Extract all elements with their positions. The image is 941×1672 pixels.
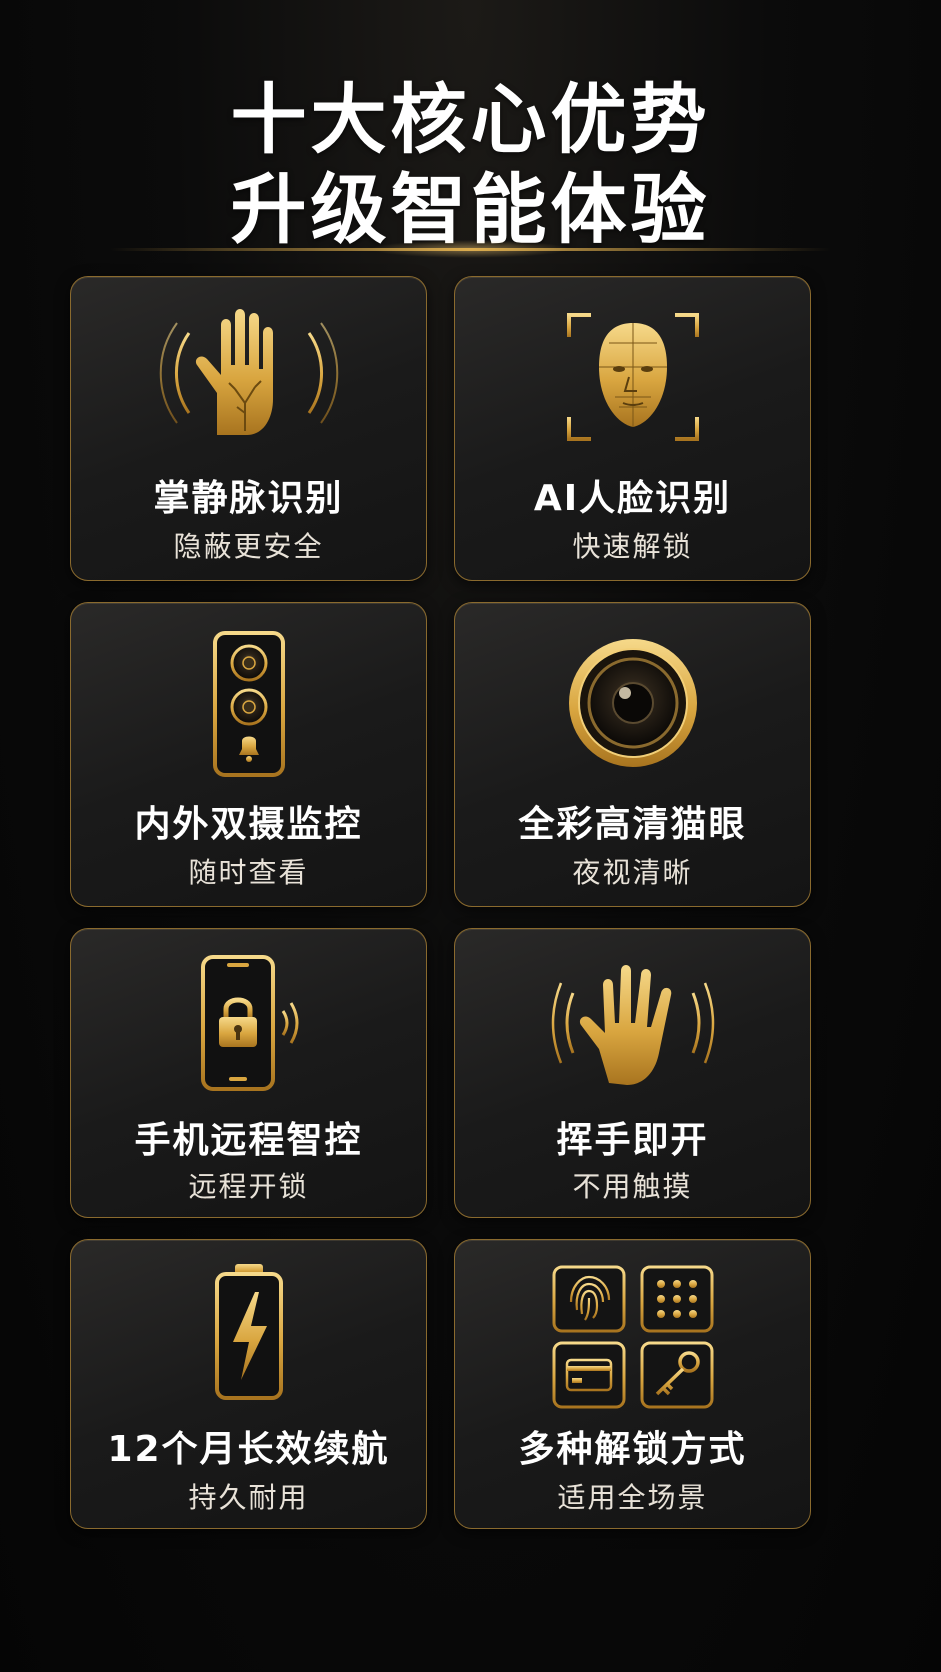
feature-card-phone-remote: 手机远程智控 远程开锁 — [70, 928, 427, 1218]
feature-subtitle: 随时查看 — [188, 856, 309, 889]
feature-subtitle: 远程开锁 — [188, 1170, 309, 1203]
feature-title: 多种解锁方式 — [518, 1429, 747, 1470]
feature-subtitle: 适用全场景 — [557, 1481, 708, 1514]
phone-lock-icon — [71, 953, 426, 1093]
feature-card-peephole: 全彩高清猫眼 夜视清晰 — [454, 602, 811, 907]
palm-vein-icon — [71, 303, 426, 443]
face-recognition-icon — [455, 307, 810, 447]
feature-subtitle: 快速解锁 — [572, 530, 693, 563]
feature-subtitle: 不用触摸 — [572, 1170, 693, 1203]
feature-title: 内外双摄监控 — [134, 804, 363, 845]
feature-title: 手机远程智控 — [134, 1120, 363, 1161]
dual-camera-doorbell-icon — [71, 629, 426, 779]
feature-card-palm-vein: 掌静脉识别 隐蔽更安全 — [70, 276, 427, 581]
feature-card-unlock-methods: 多种解锁方式 适用全场景 — [454, 1239, 811, 1529]
battery-icon — [71, 1262, 426, 1402]
unlock-methods-icon — [455, 1264, 810, 1410]
title-divider — [110, 248, 831, 251]
feature-card-wave-hand: 挥手即开 不用触摸 — [454, 928, 811, 1218]
keypad-icon — [656, 1280, 697, 1318]
wave-hand-icon — [455, 953, 810, 1093]
feature-title: 全彩高清猫眼 — [518, 804, 747, 845]
feature-card-battery: 12个月长效续航 持久耐用 — [70, 1239, 427, 1529]
feature-subtitle: 持久耐用 — [188, 1481, 309, 1514]
peephole-camera-icon — [455, 633, 810, 773]
feature-card-dual-camera: 内外双摄监控 随时查看 — [70, 602, 427, 907]
feature-title: 12个月长效续航 — [107, 1429, 390, 1470]
feature-title: 掌静脉识别 — [153, 478, 344, 519]
feature-subtitle: 隐蔽更安全 — [173, 530, 324, 563]
feature-subtitle: 夜视清晰 — [572, 856, 693, 889]
feature-title: 挥手即开 — [556, 1120, 709, 1161]
feature-title: AI人脸识别 — [533, 478, 732, 519]
feature-card-face-recognition: AI人脸识别 快速解锁 — [454, 276, 811, 581]
